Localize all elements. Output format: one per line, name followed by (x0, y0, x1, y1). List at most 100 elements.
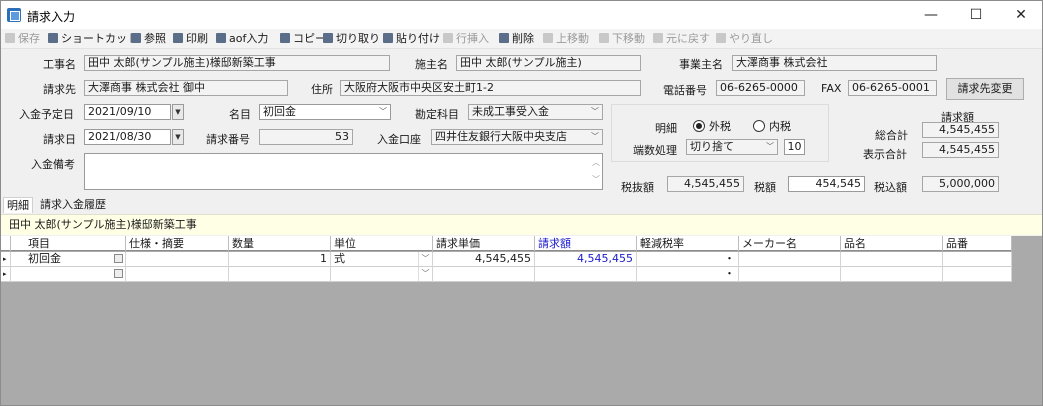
toolbar: 保存 ショートカット 参照 印刷 aof入力 コピー 切り取り 貼り付け 行挿入… (1, 29, 1042, 49)
trash-icon (499, 33, 509, 43)
paste-button[interactable]: 貼り付け (383, 31, 440, 47)
tax-exclusive-radio[interactable]: 外税 (693, 118, 731, 134)
cell-product[interactable] (841, 252, 943, 267)
radio-empty-icon (753, 120, 765, 132)
column-header-part-number[interactable]: 品番 (943, 236, 1012, 251)
cell-product[interactable] (841, 267, 943, 282)
deposit-date-field[interactable]: 2021/09/10 (84, 104, 171, 120)
cell-quantity[interactable] (229, 267, 331, 282)
change-billing-button[interactable]: 請求先変更 (946, 78, 1024, 100)
copy-button[interactable]: コピー (280, 31, 326, 47)
cell-unit-price[interactable] (433, 267, 535, 282)
cell-spec[interactable] (126, 252, 229, 267)
save-button[interactable]: 保存 (5, 31, 40, 47)
redo-button[interactable]: やり直し (716, 31, 773, 47)
reference-button[interactable]: 参照 (131, 31, 166, 47)
column-header-item[interactable]: 項目 (25, 236, 126, 251)
delete-button[interactable]: 削除 (499, 31, 534, 47)
rounding-digits-field[interactable]: 10 (784, 139, 805, 155)
phone-field[interactable]: 06-6265-0000 (716, 80, 805, 96)
row-indicator-icon[interactable]: ▸ (1, 267, 11, 282)
column-header-spec[interactable]: 仕様・摘要 (126, 236, 229, 251)
detail-grid: 項目 仕様・摘要 数量 単位 請求単価 請求額 軽減税率 メーカー名 品名 品番 ▸ 初回金 1 式 4,… (1, 236, 1042, 405)
item-name-select[interactable]: 初回金 ﹀ (259, 104, 391, 120)
row-indicator-icon[interactable]: ▸ (1, 252, 11, 267)
cell-part-number[interactable] (943, 252, 1012, 267)
tab-history[interactable]: 請求入金履歴 (37, 197, 109, 213)
billing-date-field[interactable]: 2021/08/30 (84, 129, 171, 145)
account-label: 勘定科目 (415, 108, 459, 121)
print-button[interactable]: 印刷 (173, 31, 208, 47)
column-header-amount[interactable]: 請求額 (535, 236, 637, 251)
cell-maker[interactable] (739, 267, 841, 282)
cell-item[interactable]: 初回金 (25, 252, 126, 267)
cell-reduced-tax[interactable]: ・ (637, 267, 739, 282)
cell-amount[interactable] (535, 267, 637, 282)
project-field[interactable]: 田中 太郎(サンプル施主)様邸新築工事 (84, 55, 390, 71)
app-icon (7, 8, 21, 22)
column-header-maker[interactable]: メーカー名 (739, 236, 841, 251)
chevron-down-icon[interactable]: ﹀ (418, 267, 432, 281)
aof-icon (216, 33, 226, 43)
minimize-button[interactable]: — (908, 1, 954, 29)
aof-input-button[interactable]: aof入力 (216, 31, 268, 47)
lookup-icon[interactable] (114, 269, 123, 278)
column-header-unit-price[interactable]: 請求単価 (433, 236, 535, 251)
fax-field[interactable]: 06-6265-0001 (848, 80, 937, 96)
cut-button[interactable]: 切り取り (323, 31, 380, 47)
deposit-account-select[interactable]: 四井住友銀行大阪中央支店 ﹀ (431, 129, 603, 145)
cell-reduced-tax[interactable]: ・ (637, 252, 739, 267)
table-row[interactable]: ▸ 初回金 1 式 4,545,455 4,545,455 ・ ﹀ (1, 252, 1012, 267)
with-tax-label: 税込額 (874, 181, 907, 194)
column-header-quantity[interactable]: 数量 (229, 236, 331, 251)
move-down-button[interactable]: 下移動 (599, 31, 645, 47)
account-select[interactable]: 未成工事受入金 ﹀ (468, 104, 603, 120)
cell-maker[interactable] (739, 252, 841, 267)
cell-item[interactable] (25, 267, 126, 282)
column-header-product[interactable]: 品名 (841, 236, 943, 251)
cell-unit-price[interactable]: 4,545,455 (433, 252, 535, 267)
column-header-unit[interactable]: 単位 (331, 236, 433, 251)
address-field[interactable]: 大阪府大阪市中央区安土町1-2 (340, 80, 641, 96)
address-label: 住所 (311, 83, 333, 96)
deposit-note-textarea[interactable]: ︿ ﹀ (84, 153, 603, 190)
with-tax-field: 5,000,000 (922, 176, 999, 192)
tax-inclusive-radio[interactable]: 内税 (753, 118, 791, 134)
billing-to-field[interactable]: 大澤商事 株式会社 御中 (84, 80, 288, 96)
tab-detail[interactable]: 明細 (3, 197, 33, 213)
business-owner-field[interactable]: 大澤商事 株式会社 (732, 55, 937, 71)
chevron-down-icon[interactable]: ﹀ (418, 252, 432, 266)
undo-button[interactable]: 元に戻す (653, 31, 710, 47)
billing-to-label: 請求先 (43, 83, 76, 96)
shortcut-button[interactable]: ショートカット (48, 31, 138, 47)
chevron-down-icon: ﹀ (591, 132, 599, 141)
owner-field[interactable]: 田中 太郎(サンプル施主) (456, 55, 641, 71)
undo-icon (653, 33, 663, 43)
billing-date-dropdown-icon[interactable]: ▼ (172, 129, 184, 145)
project-label: 工事名 (43, 58, 76, 71)
table-row[interactable]: ▸ ・ ﹀ (1, 267, 1012, 282)
business-owner-label: 事業主名 (679, 58, 723, 71)
tax-field[interactable]: 454,545 (788, 176, 865, 192)
move-up-button[interactable]: 上移動 (543, 31, 589, 47)
lookup-icon[interactable] (114, 254, 123, 263)
scroll-up-icon[interactable]: ︿ (592, 156, 600, 170)
scissors-icon (323, 33, 333, 43)
cell-quantity[interactable]: 1 (229, 252, 331, 267)
close-button[interactable]: ✕ (998, 1, 1042, 29)
scroll-down-icon[interactable]: ﹀ (592, 173, 600, 187)
rounding-select[interactable]: 切り捨て ﹀ (686, 139, 778, 155)
cell-amount[interactable]: 4,545,455 (535, 252, 637, 267)
chevron-down-icon: ﹀ (766, 142, 774, 151)
deposit-date-dropdown-icon[interactable]: ▼ (172, 104, 184, 120)
paste-icon (383, 33, 393, 43)
insert-row-button[interactable]: 行挿入 (443, 31, 489, 47)
cell-spec[interactable] (126, 267, 229, 282)
item-name-label: 名目 (229, 108, 251, 121)
deposit-date-label: 入金予定日 (19, 108, 74, 121)
cell-part-number[interactable] (943, 267, 1012, 282)
maximize-button[interactable]: ☐ (953, 1, 999, 29)
billing-number-field[interactable]: 53 (259, 129, 353, 145)
column-header-reduced-tax[interactable]: 軽減税率 (637, 236, 739, 251)
rounding-label: 端数処理 (633, 144, 677, 157)
